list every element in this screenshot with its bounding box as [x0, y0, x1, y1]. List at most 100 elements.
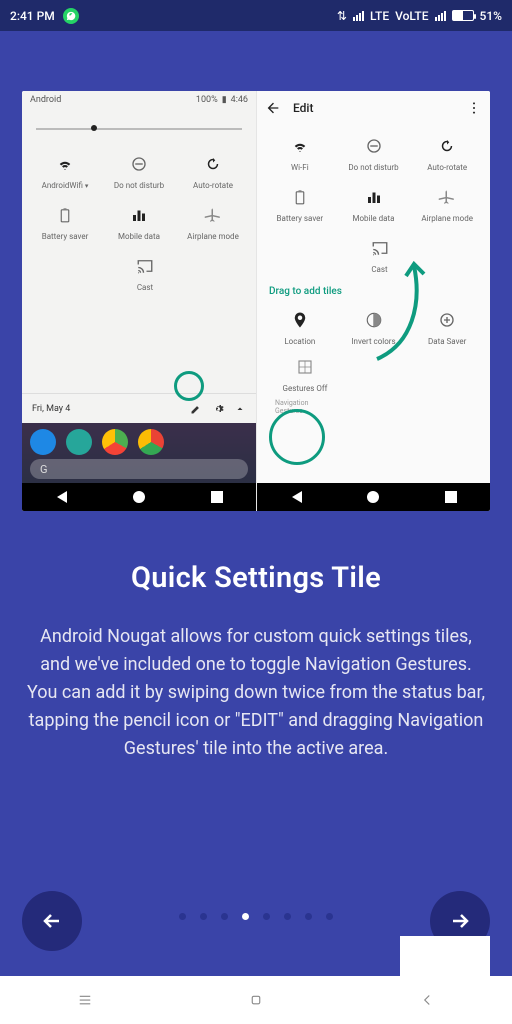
qs-footer: Fri, May 4: [22, 393, 256, 423]
battery-icon: [289, 186, 311, 208]
tile-label: Airplane mode: [187, 232, 239, 241]
signal2-icon: [435, 11, 446, 21]
chevron-up-icon: [234, 403, 246, 415]
rotate-icon: [436, 135, 458, 157]
edit-title: Edit: [293, 101, 313, 115]
gear-icon: [212, 403, 224, 415]
pager-dot[interactable]: [326, 913, 333, 920]
tile-label: Do not disturb: [348, 163, 398, 172]
tile-mobile: Mobile data: [102, 204, 176, 241]
left-label: Android: [30, 95, 61, 105]
pager-dot[interactable]: [305, 913, 312, 920]
tile-rotate: Auto-rotate: [410, 135, 484, 172]
pager-dots: [179, 913, 333, 920]
airplane-icon: [202, 204, 224, 226]
tile-airplane: Airplane mode: [410, 186, 484, 223]
home-strip: G: [22, 423, 256, 483]
android-navbar: [257, 483, 490, 511]
tile-wifi: Wi-Fi: [263, 135, 337, 172]
google-search: G: [30, 459, 248, 479]
pencil-icon: [190, 403, 202, 415]
app-phone-icon: [30, 429, 56, 455]
device-statusbar: 2:41 PM ⇅ LTE VoLTE 51%: [0, 0, 512, 31]
wifi-icon: [289, 135, 311, 157]
app-messages-icon: [66, 429, 92, 455]
tile-label: AndroidWifi ▾: [42, 181, 89, 190]
dnd-icon: [363, 135, 385, 157]
tile-rotate: Auto-rotate: [176, 153, 250, 190]
illustration-card: Android 100% ▮ 4:46 AndroidWifi ▾ Do not …: [22, 91, 490, 511]
tile-label: Battery saver: [277, 214, 324, 223]
highlight-circle-tile: [269, 409, 325, 465]
whatsapp-icon: [63, 8, 79, 24]
android-navbar: [22, 483, 256, 511]
pager: [22, 856, 490, 976]
tile-label: Data Saver: [428, 337, 466, 346]
qs-date: Fri, May 4: [32, 404, 70, 414]
pager-dot[interactable]: [284, 913, 291, 920]
tile-label: Battery saver: [42, 232, 89, 241]
pager-dot[interactable]: [242, 913, 249, 920]
tile-battery: Battery saver: [263, 186, 337, 223]
pager-dot[interactable]: [200, 913, 207, 920]
tile-label: Cast: [137, 283, 153, 292]
tile-cast: Cast: [40, 255, 250, 292]
tile-battery: Battery saver: [28, 204, 102, 241]
net-lte: LTE: [370, 9, 389, 23]
signal-icon: [353, 11, 364, 21]
tile-dnd: Do not disturb: [102, 153, 176, 190]
pager-dot[interactable]: [221, 913, 228, 920]
mobile-icon: [363, 186, 385, 208]
battery-icon: ▮: [222, 95, 227, 105]
status-time: 2:41 PM: [10, 9, 55, 23]
home-icon: [367, 491, 379, 503]
overflow-icon: [466, 100, 482, 116]
tile-wifi: AndroidWifi ▾: [28, 153, 102, 190]
battery-pct: 51%: [480, 9, 502, 23]
tile-gestures: Gestures Off Navigation Gestures: [275, 356, 335, 415]
rotate-icon: [202, 153, 224, 175]
battery-icon: [54, 204, 76, 226]
overlay-box: [400, 936, 490, 976]
highlight-circle-pencil: [174, 371, 204, 401]
net-volte: VoLTE: [395, 9, 428, 23]
left-status-time: 4:46: [231, 95, 248, 105]
prev-button[interactable]: [22, 891, 82, 951]
recent-icon: [445, 491, 457, 503]
dnd-icon: [128, 153, 150, 175]
illustration-left: Android 100% ▮ 4:46 AndroidWifi ▾ Do not …: [22, 91, 256, 511]
updown-icon: ⇅: [337, 9, 347, 23]
back-icon: [290, 491, 302, 503]
back-icon[interactable]: [418, 991, 436, 1009]
tile-label: Mobile data: [353, 214, 395, 223]
tile-location: Location: [263, 309, 337, 346]
battery-icon: [452, 10, 474, 21]
menu-icon[interactable]: [76, 991, 94, 1009]
pager-dot[interactable]: [263, 913, 270, 920]
tile-label: Auto-rotate: [193, 181, 233, 190]
app-play-icon: [102, 429, 128, 455]
gesture-icon: [294, 356, 316, 378]
tile-label: Auto-rotate: [427, 163, 467, 172]
back-arrow-icon: [265, 100, 281, 116]
tile-label: Wi-Fi: [291, 163, 309, 172]
pager-dot[interactable]: [179, 913, 186, 920]
airplane-icon: [436, 186, 458, 208]
datasaver-icon: [436, 309, 458, 331]
back-icon: [55, 491, 67, 503]
tile-dnd: Do not disturb: [337, 135, 411, 172]
home-icon[interactable]: [247, 991, 265, 1009]
tile-mobile: Mobile data: [337, 186, 411, 223]
wifi-icon: [54, 153, 76, 175]
tile-label: Location: [284, 337, 315, 346]
recent-icon: [211, 491, 223, 503]
app-chrome-icon: [138, 429, 164, 455]
brightness-slider: [36, 117, 242, 139]
tile-label: Mobile data: [118, 232, 160, 241]
left-batt: 100%: [196, 95, 218, 105]
tile-label: Do not disturb: [114, 181, 164, 190]
home-icon: [133, 491, 145, 503]
page-title: Quick Settings Tile: [22, 561, 490, 595]
tile-label: Airplane mode: [421, 214, 473, 223]
highlight-arrow: [362, 254, 432, 364]
